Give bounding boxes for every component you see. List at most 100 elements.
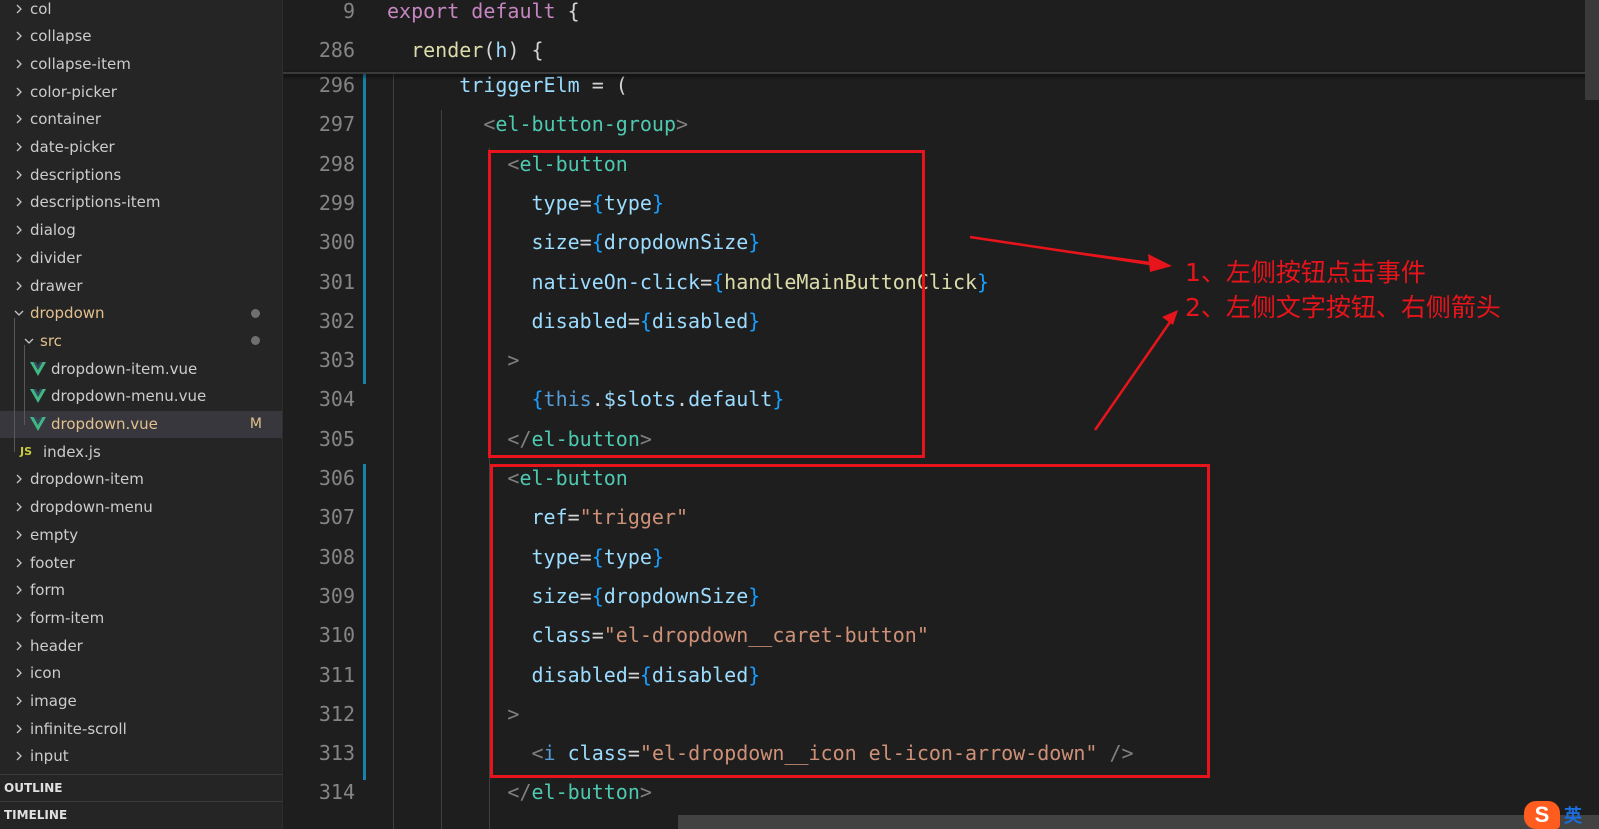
- code-line[interactable]: 309 size={dropdownSize}: [283, 577, 1599, 616]
- sidebar-item-descriptions-item[interactable]: descriptions-item: [0, 189, 282, 216]
- sogou-logo-icon: S: [1524, 801, 1560, 829]
- code-line[interactable]: 311 disabled={disabled}: [283, 656, 1599, 695]
- code-line[interactable]: 306 <el-button: [283, 459, 1599, 498]
- sidebar-item-date-picker[interactable]: date-picker: [0, 134, 282, 161]
- sidebar-item-color-picker[interactable]: color-picker: [0, 78, 282, 105]
- sidebar-item-form-item[interactable]: form-item: [0, 604, 282, 631]
- sidebar-item-col[interactable]: col: [0, 0, 282, 22]
- sidebar-item-empty[interactable]: empty: [0, 521, 282, 548]
- sidebar-item-collapse[interactable]: collapse: [0, 23, 282, 50]
- code-token: </: [507, 780, 532, 805]
- code-text: export default {: [387, 0, 580, 31]
- code-token: =: [627, 662, 640, 687]
- sidebar-item-drawer[interactable]: drawer: [0, 272, 282, 299]
- code-token: {: [639, 662, 652, 687]
- sidebar-item-dropdown[interactable]: dropdown: [0, 300, 282, 327]
- code-line[interactable]: 302 disabled={disabled}: [283, 302, 1599, 341]
- code-text: ref="trigger": [387, 498, 689, 537]
- line-number: 302: [318, 308, 355, 333]
- sidebar-item-dropdown-item[interactable]: dropdown-item: [0, 466, 282, 493]
- sidebar-item-label: index.js: [43, 442, 101, 461]
- vue-file-icon: [30, 388, 46, 404]
- sidebar-item-input[interactable]: input: [0, 743, 282, 770]
- code-line[interactable]: 304 {this.$slots.default}: [283, 380, 1599, 419]
- sidebar-item-index-js[interactable]: JS index.js: [0, 438, 282, 465]
- sidebar-item-label: collapse: [30, 27, 92, 46]
- sidebar-item-dropdown-menu-vue[interactable]: dropdown-menu.vue: [0, 383, 282, 410]
- sidebar-item-label: container: [30, 110, 102, 129]
- code-token: i: [543, 741, 556, 766]
- sidebar-item-dialog[interactable]: dialog: [0, 217, 282, 244]
- timeline-panel-header[interactable]: TIMELINE: [0, 801, 282, 828]
- code-line[interactable]: 298 <el-button: [283, 145, 1599, 184]
- horizontal-scrollbar[interactable]: [678, 815, 1599, 829]
- code-token: {: [712, 269, 725, 294]
- sidebar-item-image[interactable]: image: [0, 688, 282, 715]
- outline-panel-header[interactable]: OUTLINE: [0, 774, 282, 801]
- sidebar-item-label: dropdown: [30, 304, 105, 323]
- code-line[interactable]: 299 type={type}: [283, 184, 1599, 223]
- sidebar-item-dropdown-menu[interactable]: dropdown-menu: [0, 494, 282, 521]
- sidebar-item-header[interactable]: header: [0, 632, 282, 659]
- code-line[interactable]: 310 class="el-dropdown__caret-button": [283, 616, 1599, 655]
- chevron-right-icon: [12, 474, 26, 484]
- code-token: =: [579, 230, 592, 255]
- code-token: "el-dropdown__icon el-icon-arrow-down": [639, 741, 1098, 766]
- chevron-right-icon: [12, 59, 26, 69]
- code-token: <: [507, 466, 520, 490]
- sidebar-item-collapse-item[interactable]: collapse-item: [0, 50, 282, 77]
- sidebar-item-footer[interactable]: footer: [0, 549, 282, 576]
- code-editor[interactable]: 296 triggerElm = (297 <el-button-group> 2…: [283, 0, 1599, 829]
- sidebar-item-src[interactable]: src: [0, 327, 282, 354]
- code-line[interactable]: 297 <el-button-group>: [283, 105, 1599, 144]
- code-line[interactable]: 308 type={type}: [283, 538, 1599, 577]
- code-line[interactable]: 312 >: [283, 695, 1599, 734]
- sidebar-item-container[interactable]: container: [0, 106, 282, 133]
- sidebar-item-label: form-item: [30, 608, 105, 627]
- sidebar-item-dropdown-vue[interactable]: dropdown.vue M: [0, 410, 282, 438]
- sticky-scroll-line[interactable]: 9 export default {: [283, 0, 1599, 31]
- sticky-scroll-line[interactable]: 286 render(h) {: [283, 31, 1599, 70]
- chevron-right-icon: [12, 641, 26, 651]
- code-line[interactable]: 305 </el-button>: [283, 420, 1599, 459]
- code-line[interactable]: 300 size={dropdownSize}: [283, 223, 1599, 262]
- chevron-right-icon: [12, 281, 26, 291]
- code-token: =: [627, 308, 640, 333]
- code-text: <el-button: [387, 145, 627, 184]
- code-text: size={dropdownSize}: [387, 223, 761, 262]
- code-token: type: [603, 190, 652, 215]
- code-token: >: [507, 701, 520, 726]
- code-line[interactable]: 313 <i class="el-dropdown__icon el-icon-…: [283, 734, 1599, 773]
- sidebar-item-label: footer: [30, 553, 75, 572]
- code-line[interactable]: 303 >: [283, 341, 1599, 380]
- modified-badge: M: [249, 416, 262, 432]
- sidebar-item-dropdown-item-vue[interactable]: dropdown-item.vue: [0, 355, 282, 382]
- sidebar-item-label: infinite-scroll: [30, 719, 127, 738]
- code-text: disabled={disabled}: [387, 302, 761, 341]
- sidebar-item-icon[interactable]: icon: [0, 660, 282, 687]
- sidebar-item-label: drawer: [30, 276, 83, 295]
- sidebar-item-label: dialog: [30, 221, 76, 240]
- sidebar-item-label: form: [30, 581, 65, 600]
- sidebar-item-form[interactable]: form: [0, 577, 282, 604]
- sidebar-item-infinite-scroll[interactable]: infinite-scroll: [0, 715, 282, 742]
- code-token: disabled: [651, 308, 749, 333]
- code-token: disabled: [531, 308, 628, 333]
- code-token: el-button: [531, 426, 640, 451]
- sidebar-item-divider[interactable]: divider: [0, 244, 282, 271]
- ime-indicator[interactable]: S 英: [1524, 801, 1599, 829]
- chevron-right-icon: [12, 170, 26, 180]
- sidebar-item-descriptions[interactable]: descriptions: [0, 161, 282, 188]
- vertical-scrollbar[interactable]: [1585, 0, 1599, 100]
- code-token: .: [676, 387, 689, 412]
- code-line[interactable]: 301 nativeOn-click={handleMainButtonClic…: [283, 263, 1599, 302]
- line-number: 300: [318, 230, 355, 255]
- ime-language[interactable]: 英: [1564, 802, 1582, 828]
- tree-indent-guide: [14, 318, 15, 452]
- code-line[interactable]: 314 </el-button>: [283, 773, 1599, 812]
- code-line[interactable]: 307 ref="trigger": [283, 498, 1599, 537]
- modified-dot-icon: [251, 336, 260, 346]
